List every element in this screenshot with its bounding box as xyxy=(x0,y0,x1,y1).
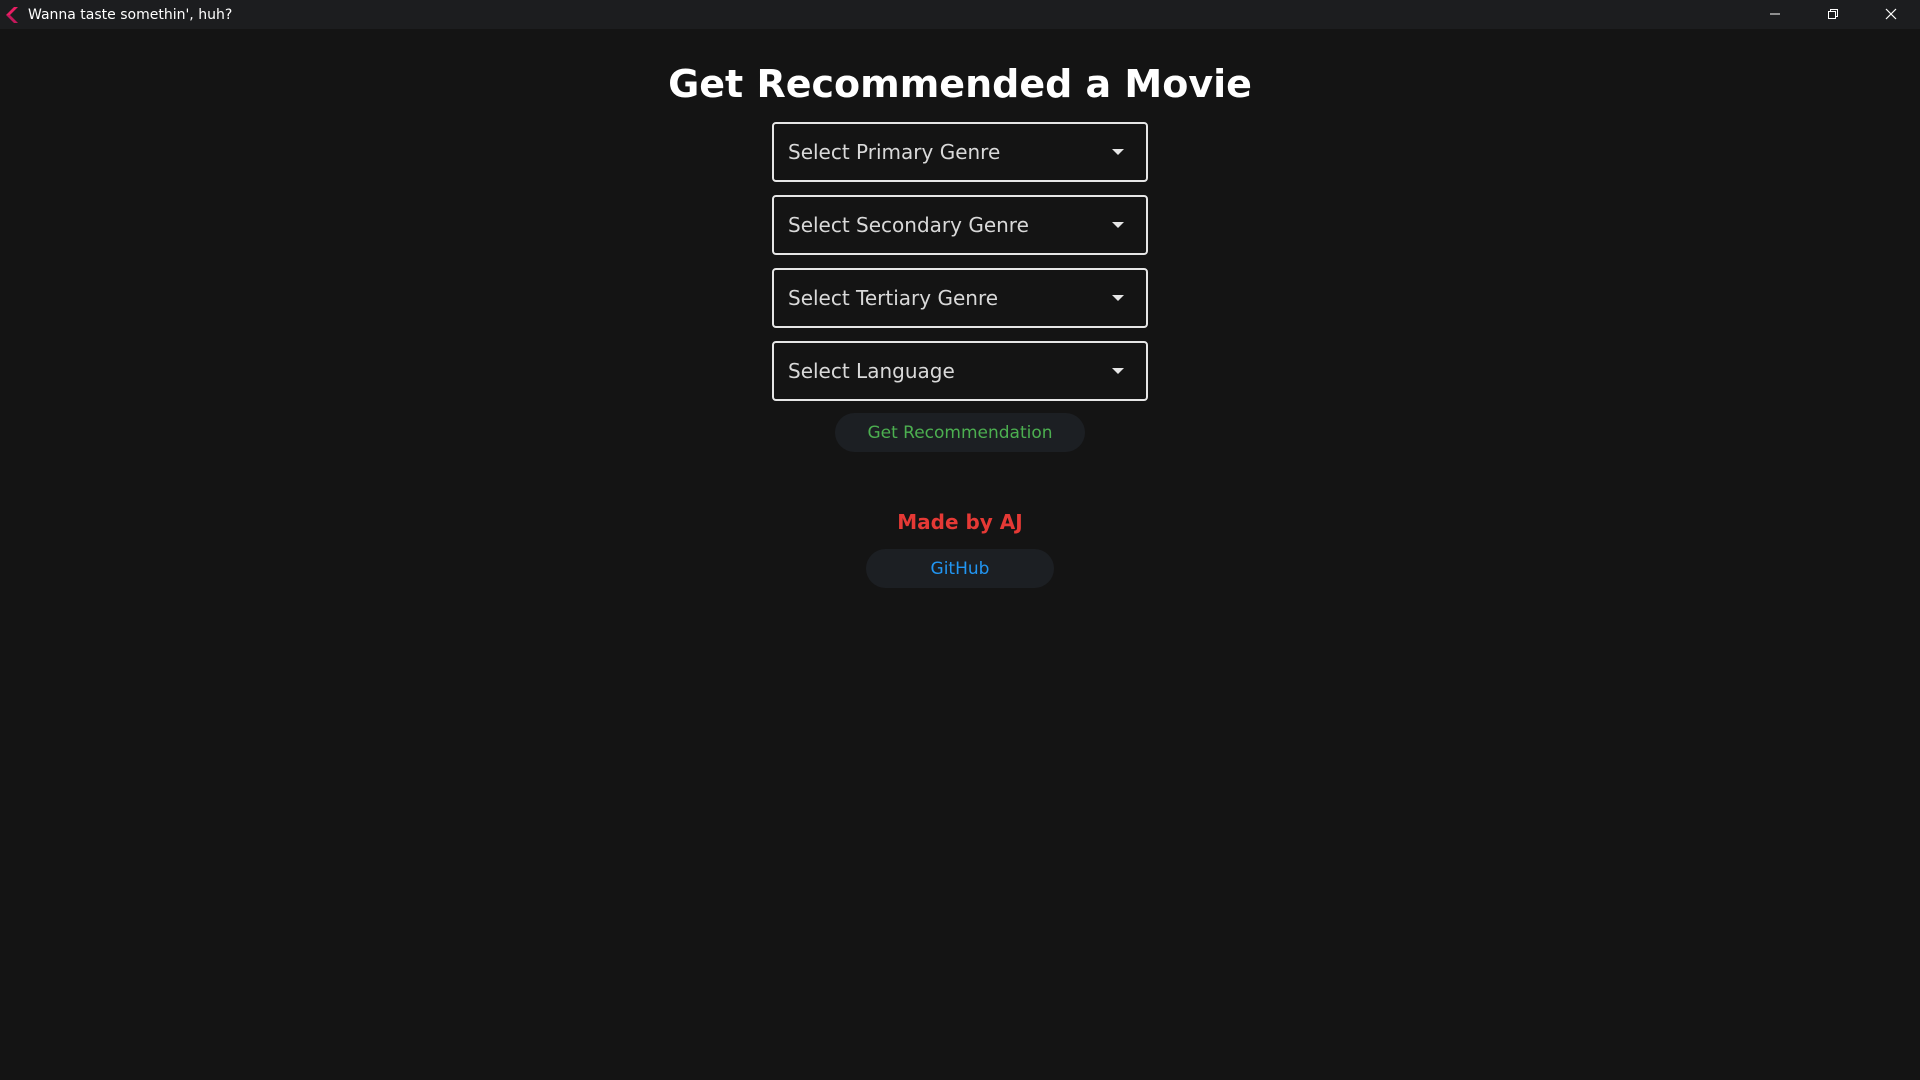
get-recommendation-button[interactable]: Get Recommendation xyxy=(835,413,1085,452)
credit-text: Made by AJ xyxy=(897,510,1023,534)
caret-down-icon xyxy=(1112,295,1124,301)
minimize-icon xyxy=(1769,5,1781,24)
page-title: Get Recommended a Movie xyxy=(668,62,1252,106)
github-button[interactable]: GitHub xyxy=(866,549,1054,588)
tertiary-genre-label: Select Tertiary Genre xyxy=(788,286,999,310)
primary-genre-label: Select Primary Genre xyxy=(788,140,1001,164)
language-label: Select Language xyxy=(788,359,955,383)
app-icon xyxy=(4,6,20,23)
main-content: Get Recommended a Movie Select Primary G… xyxy=(0,29,1920,1080)
title-bar[interactable]: Wanna taste somethin', huh? xyxy=(0,0,1920,29)
window-title: Wanna taste somethin', huh? xyxy=(28,6,233,23)
minimize-button[interactable] xyxy=(1746,0,1804,29)
tertiary-genre-dropdown[interactable]: Select Tertiary Genre xyxy=(772,268,1148,328)
caret-down-icon xyxy=(1112,222,1124,228)
close-icon xyxy=(1885,5,1897,24)
secondary-genre-label: Select Secondary Genre xyxy=(788,213,1029,237)
close-button[interactable] xyxy=(1862,0,1920,29)
restore-button[interactable] xyxy=(1804,0,1862,29)
caret-down-icon xyxy=(1112,149,1124,155)
restore-icon xyxy=(1827,5,1839,24)
primary-genre-dropdown[interactable]: Select Primary Genre xyxy=(772,122,1148,182)
window-controls xyxy=(1746,0,1920,29)
caret-down-icon xyxy=(1112,368,1124,374)
language-dropdown[interactable]: Select Language xyxy=(772,341,1148,401)
secondary-genre-dropdown[interactable]: Select Secondary Genre xyxy=(772,195,1148,255)
